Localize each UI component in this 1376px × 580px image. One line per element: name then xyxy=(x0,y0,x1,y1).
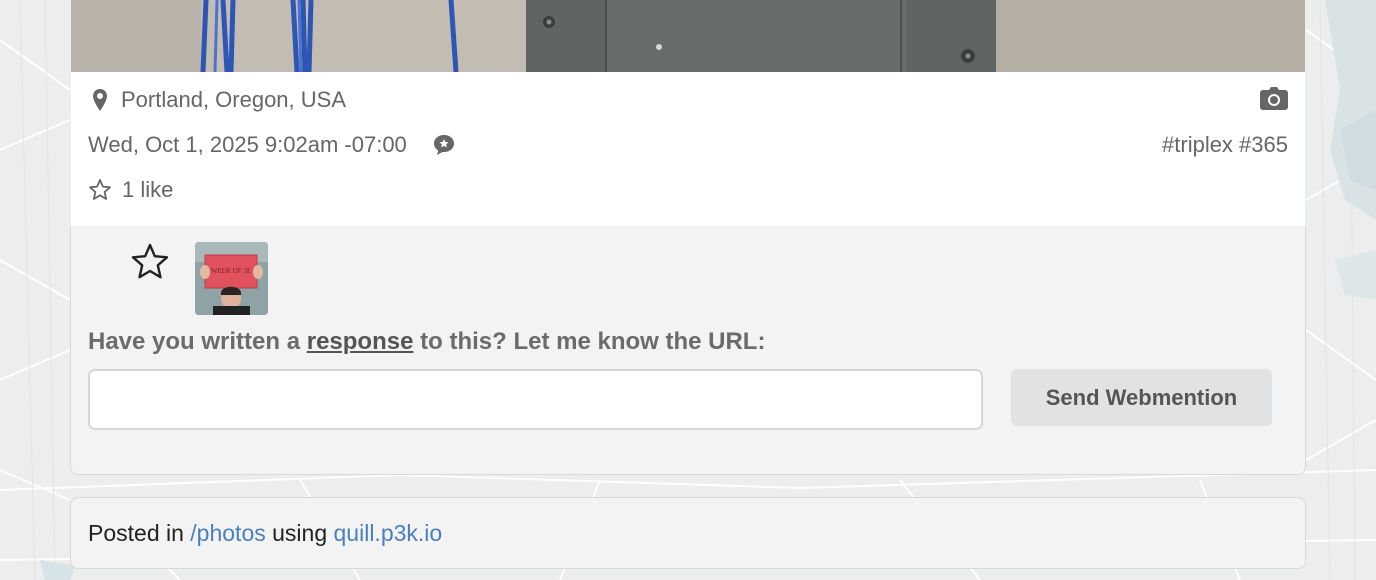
post-view: Portland, Oregon, USA Wed, Oct 1, 2025 9… xyxy=(0,0,1376,580)
prompt-before: Have you written a xyxy=(88,328,301,355)
send-webmention-button[interactable]: Send Webmention xyxy=(1011,369,1272,426)
date-text: Wed, Oct 1, 2025 9:02am -07:00 xyxy=(88,132,407,157)
using-label: using xyxy=(272,520,328,546)
location-text: Portland, Oregon, USA xyxy=(121,87,347,112)
post-likes[interactable]: 1 like xyxy=(88,176,173,204)
interactions-panel: WEEK OF 3E Have you written a response t… xyxy=(70,226,1306,475)
response-link[interactable]: response xyxy=(307,328,414,355)
webmention-prompt: Have you written a response to this? Let… xyxy=(88,328,765,356)
webmention-url-input[interactable] xyxy=(88,369,983,430)
star-icon xyxy=(89,179,111,200)
camera-icon xyxy=(1260,87,1288,110)
post-meta: Portland, Oregon, USA Wed, Oct 1, 2025 9… xyxy=(71,72,1305,226)
avatar-sign-text: WEEK OF 3E xyxy=(211,267,251,275)
like-star-icon[interactable] xyxy=(130,242,170,282)
liker-avatar[interactable]: WEEK OF 3E xyxy=(195,242,268,315)
map-pin-icon xyxy=(88,88,112,112)
post-tags[interactable]: #triplex #365 xyxy=(1162,131,1288,159)
post-photo[interactable] xyxy=(71,0,1305,72)
photos-channel-link[interactable]: /photos xyxy=(190,520,265,546)
post-date[interactable]: Wed, Oct 1, 2025 9:02am -07:00 xyxy=(88,131,456,159)
post-location[interactable]: Portland, Oregon, USA xyxy=(88,87,346,113)
prompt-after: to this? Let me know the URL: xyxy=(420,328,766,355)
post-footer: Posted in /photos using quill.p3k.io xyxy=(70,497,1306,569)
quill-client-link[interactable]: quill.p3k.io xyxy=(334,520,443,546)
footer-text: Posted in /photos using quill.p3k.io xyxy=(88,520,442,547)
likes-count: 1 like xyxy=(122,177,174,202)
reply-bubble-icon[interactable] xyxy=(432,133,456,157)
posted-in-label: Posted in xyxy=(88,520,184,546)
photo-image xyxy=(71,0,1305,72)
